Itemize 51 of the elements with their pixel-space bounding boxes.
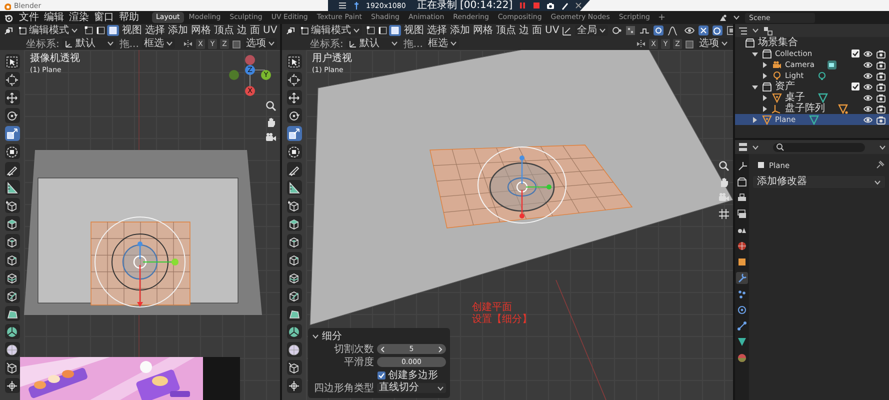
options-dropdown[interactable]: 选项: [244, 38, 277, 49]
add-workspace-button[interactable]: +: [654, 12, 669, 22]
annotation-text: 设置【细分】: [472, 314, 532, 326]
field-label: 平滑度: [343, 356, 374, 369]
collection-name: 场景集合: [758, 37, 798, 48]
object-name[interactable]: 桌子: [785, 92, 805, 103]
field-label: 切割次数: [333, 342, 374, 356]
object-name[interactable]: 盘子阵列: [785, 103, 825, 114]
menu-item[interactable]: UV: [263, 24, 278, 37]
mode-dropdown[interactable]: 编辑模式: [299, 25, 362, 36]
menu-item[interactable]: 窗口: [94, 11, 114, 24]
options-dropdown[interactable]: 选项: [697, 38, 730, 49]
menu-item[interactable]: 添加: [450, 24, 470, 37]
menu-item[interactable]: 选择: [145, 24, 165, 37]
menu-item[interactable]: 视图: [404, 24, 424, 37]
drag-label: 拖...: [119, 38, 139, 50]
drag-dropdown[interactable]: 框选: [142, 38, 175, 49]
coordinate-label: 坐标系:: [26, 38, 60, 50]
add-modifier-dropdown[interactable]: 添加修改器: [753, 176, 885, 188]
menu-item[interactable]: 面: [250, 24, 260, 37]
coordinate-label: 坐标系:: [310, 38, 344, 50]
menu-item[interactable]: 文件: [19, 11, 39, 24]
create-polygons-checkbox[interactable]: 创建多边形: [377, 368, 438, 382]
menu-item[interactable]: 边: [519, 24, 529, 37]
annotation-text: 创建平面: [472, 302, 513, 314]
menu-item[interactable]: 网格: [473, 24, 493, 37]
field-label: 四边形角类型: [313, 382, 374, 395]
coordinate-dropdown[interactable]: 默认: [62, 38, 116, 49]
view-name: 用户透视: [312, 53, 352, 64]
dropdown-field[interactable]: 直线切分: [377, 383, 446, 393]
menu-item[interactable]: 顶点: [214, 24, 234, 37]
menu-item[interactable]: 编辑: [44, 11, 64, 24]
coordinate-dropdown[interactable]: 默认: [346, 38, 400, 49]
orientation-dropdown[interactable]: 全局: [575, 25, 608, 36]
collection-name[interactable]: 资产: [775, 81, 795, 92]
menu-item[interactable]: 顶点: [496, 24, 516, 37]
recording-status: 正在录制 [00:14:22]: [416, 0, 513, 11]
menu-item[interactable]: 面: [532, 24, 542, 37]
menu-item[interactable]: 渲染: [69, 11, 89, 24]
view-name: 摄像机透视: [30, 53, 80, 64]
menu-item[interactable]: 添加: [168, 24, 188, 37]
menu-item[interactable]: 视图: [122, 24, 142, 37]
drag-label: 拖...: [403, 38, 423, 50]
menu-item[interactable]: 边: [237, 24, 247, 37]
menu-item[interactable]: 网格: [191, 24, 211, 37]
menu-item[interactable]: 帮助: [119, 11, 139, 24]
drag-dropdown[interactable]: 框选: [426, 38, 459, 49]
menu-item[interactable]: 选择: [427, 24, 447, 37]
menu-item[interactable]: UV: [545, 24, 560, 37]
panel-title: 细分: [322, 330, 342, 343]
mode-dropdown[interactable]: 编辑模式: [17, 25, 80, 36]
